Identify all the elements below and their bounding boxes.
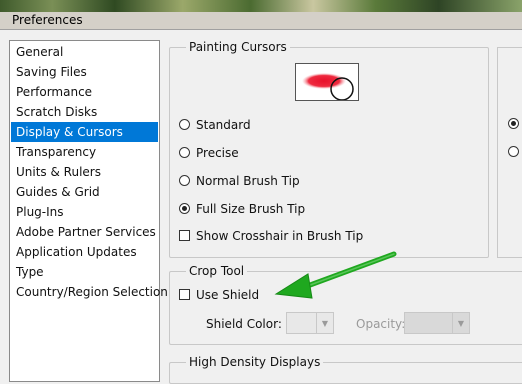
opacity-label: Opacity: — [356, 317, 406, 331]
sidebar-item-performance[interactable]: Performance — [11, 82, 158, 102]
shield-color-dropdown[interactable]: ▼ — [286, 312, 334, 334]
title-bar: Preferences — [0, 12, 522, 30]
other-cursors-radio-1[interactable] — [508, 118, 519, 129]
full-size-brush-tip-radio[interactable] — [179, 203, 190, 214]
standard-label: Standard — [196, 118, 251, 132]
precise-radio[interactable] — [179, 147, 190, 158]
chevron-down-icon: ▼ — [316, 313, 333, 333]
sidebar: General Saving Files Performance Scratch… — [9, 40, 168, 382]
use-shield-checkbox[interactable] — [179, 289, 190, 300]
sidebar-item-guides-grid[interactable]: Guides & Grid — [11, 182, 158, 202]
other-cursors-radio-2[interactable] — [508, 146, 519, 157]
sidebar-item-transparency[interactable]: Transparency — [11, 142, 158, 162]
normal-brush-tip-radio[interactable] — [179, 175, 190, 186]
sidebar-item-scratch-disks[interactable]: Scratch Disks — [11, 102, 158, 122]
sidebar-item-plug-ins[interactable]: Plug-Ins — [11, 202, 158, 222]
crop-tool-title: Crop Tool — [186, 264, 248, 278]
normal-brush-tip-label: Normal Brush Tip — [196, 174, 300, 188]
sidebar-item-adobe-partner-services[interactable]: Adobe Partner Services — [11, 222, 158, 242]
sidebar-item-type[interactable]: Type — [11, 262, 158, 282]
sidebar-item-display-cursors[interactable]: Display & Cursors — [11, 122, 158, 142]
painting-cursors-title: Painting Cursors — [186, 40, 290, 54]
annotation-arrow-icon — [274, 251, 397, 299]
sidebar-item-country-region[interactable]: Country/Region Selection — [11, 282, 168, 302]
sidebar-item-units-rulers[interactable]: Units & Rulers — [11, 162, 158, 182]
chevron-down-icon: ▼ — [452, 313, 469, 333]
use-shield-label: Use Shield — [196, 288, 260, 302]
standard-radio[interactable] — [179, 119, 190, 130]
precise-label: Precise — [196, 146, 239, 160]
brush-preview — [295, 63, 359, 101]
window-title: Preferences — [12, 13, 83, 27]
brush-preview-image — [302, 73, 354, 100]
show-crosshair-label: Show Crosshair in Brush Tip — [196, 229, 364, 243]
sidebar-item-application-updates[interactable]: Application Updates — [11, 242, 158, 262]
sidebar-item-general[interactable]: General — [11, 42, 158, 62]
opacity-dropdown[interactable]: ▼ — [404, 312, 470, 334]
shield-color-label: Shield Color: — [206, 317, 282, 331]
show-crosshair-checkbox[interactable] — [179, 230, 190, 241]
sidebar-item-saving-files[interactable]: Saving Files — [11, 62, 158, 82]
full-size-brush-tip-label: Full Size Brush Tip — [196, 202, 306, 216]
background-strip — [0, 0, 522, 12]
